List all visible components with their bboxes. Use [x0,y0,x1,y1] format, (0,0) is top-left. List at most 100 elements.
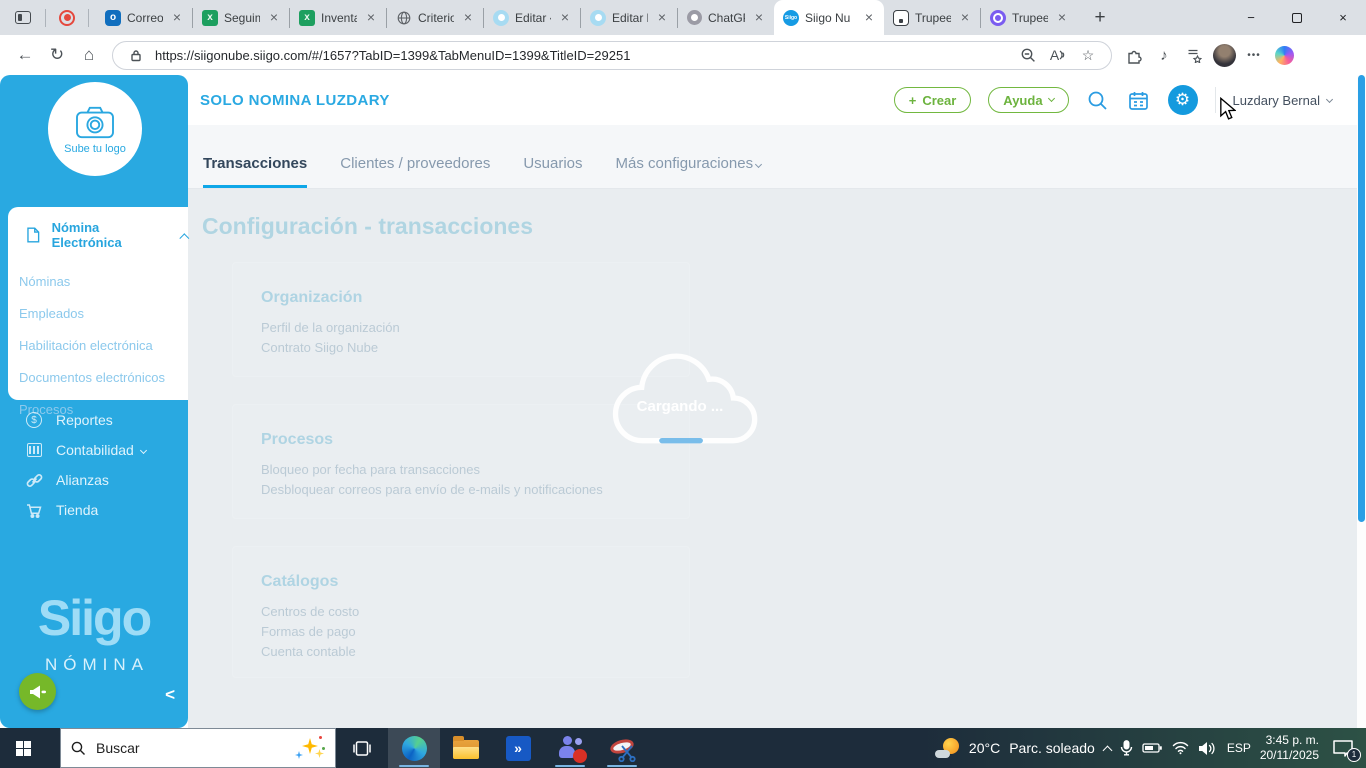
date: 20/11/2025 [1259,748,1319,762]
browser-tab[interactable]: Inventar × [290,0,386,35]
task-view-button[interactable] [336,728,388,768]
sidebar-item-reportes[interactable]: Reportes [0,405,188,435]
browser-tab[interactable]: Trupeer. × [981,0,1077,35]
sidebar-item-empleados[interactable]: Empleados [8,297,188,329]
blue-app-icon: » [505,735,531,761]
link-bloqueo-fecha[interactable]: Bloqueo por fecha para transacciones [261,462,669,477]
browser-tab[interactable]: Criterios × [387,0,483,35]
tab-clientes-proveedores[interactable]: Clientes / proveedores [340,155,490,188]
tab-close-icon[interactable]: × [557,9,573,26]
tab-usuarios[interactable]: Usuarios [523,155,582,188]
extensions-icon[interactable] [1120,41,1148,69]
chevron-down-icon [1325,95,1334,103]
read-aloud-icon[interactable]: A [1047,44,1069,66]
sidebar-item-tienda[interactable]: Tienda [0,495,188,525]
upload-logo-button[interactable]: Sube tu logo [48,82,142,176]
link-desbloquear-correos[interactable]: Desbloquear correos para envío de e-mail… [261,482,669,497]
sidebar-section-nomina-electronica[interactable]: Nómina Electrónica [8,220,190,250]
microphone-icon[interactable] [1120,740,1133,756]
hidden-icons-button[interactable] [1102,743,1113,755]
weather-icon[interactable] [934,737,960,759]
url-text: https://siigonube.siigo.com/#/1657?TabID… [155,47,631,63]
sidebar-item-alianzas[interactable]: Alianzas [0,465,188,495]
taskbar-file-explorer-button[interactable] [440,728,492,768]
settings-button[interactable]: ⚙ [1167,85,1198,115]
tab-transacciones[interactable]: Transacciones [203,155,308,188]
taskbar-search-box[interactable]: Buscar [60,728,336,768]
divider [45,8,46,27]
recording-indicator-icon[interactable] [59,9,75,26]
tab-close-icon[interactable]: × [861,9,877,26]
user-menu[interactable]: Luzdary Bernal [1233,93,1334,108]
refresh-button[interactable]: ↻ [42,40,72,70]
favorite-star-icon[interactable]: ☆ [1077,44,1099,66]
ayuda-button[interactable]: Ayuda [988,87,1069,113]
new-tab-button[interactable]: + [1085,4,1115,32]
file-explorer-icon [453,736,479,759]
tab-close-icon[interactable]: × [654,9,670,26]
link-cuenta-contable[interactable]: Cuenta contable [261,644,669,659]
collapse-sidebar-icon[interactable]: < [165,685,175,705]
camera-icon [76,106,114,138]
browser-tab[interactable]: Correo: × [96,0,192,35]
tab-close-icon[interactable]: × [460,9,476,26]
zoom-out-icon[interactable] [1017,44,1039,66]
taskbar-app-button[interactable]: » [492,728,544,768]
browser-tab[interactable]: Seguimi × [193,0,289,35]
wifi-icon[interactable] [1172,741,1189,755]
tab-close-icon[interactable]: × [957,9,973,26]
calendar-button[interactable] [1127,88,1151,112]
weather-temp[interactable]: 20°C [969,740,1000,756]
media-control-icon[interactable]: ♪ [1150,41,1178,69]
notification-center-button[interactable]: 1 [1332,739,1361,762]
announcements-button[interactable] [19,673,56,710]
sidebar-item-contabilidad[interactable]: Contabilidad [0,435,188,465]
minimize-button[interactable]: − [1228,0,1274,35]
weather-desc[interactable]: Parc. soleado [1009,740,1095,756]
tab-close-icon[interactable]: × [1054,9,1070,26]
tab-close-icon[interactable]: × [363,9,379,26]
browser-tab[interactable]: Editar «F × [484,0,580,35]
loading-text: Cargando ... [636,398,724,415]
taskbar-edge-button[interactable] [388,728,440,768]
url-input[interactable]: https://siigonube.siigo.com/#/1657?TabID… [112,40,1112,70]
sidebar-item-documentos[interactable]: Documentos electrónicos [8,361,188,393]
page-scrollbar[interactable] [1357,75,1366,728]
tab-close-icon[interactable]: × [169,9,185,26]
home-button[interactable]: ⌂ [74,40,104,70]
tab-close-icon[interactable]: × [266,9,282,26]
browser-tab[interactable]: Editar la × [581,0,677,35]
sidebar-item-nominas[interactable]: Nóminas [8,265,188,297]
link-centros-costo[interactable]: Centros de costo [261,604,669,619]
close-window-button[interactable]: × [1320,0,1366,35]
search-button[interactable] [1086,88,1110,112]
copilot-icon[interactable] [1270,41,1298,69]
back-button[interactable]: ← [10,40,40,70]
browser-tab-active[interactable]: Siigo Nu × [774,0,884,35]
maximize-button[interactable] [1274,0,1320,35]
link-perfil-organizacion[interactable]: Perfil de la organización [261,320,669,335]
chevron-up-icon [1102,745,1113,755]
language-indicator[interactable]: ESP [1227,741,1251,755]
taskbar-teams-button[interactable] [544,728,596,768]
start-button[interactable] [0,728,46,768]
tab-mas-configuraciones[interactable]: Más configuraciones [616,155,763,188]
taskbar-snipping-tool-button[interactable] [596,728,648,768]
tab-actions-button[interactable] [8,5,38,31]
system-tray: 20°C Parc. soleado ESP 3:45 p. m. 20/11/… [920,728,1366,768]
crear-button[interactable]: + Crear [893,87,972,113]
outlook-favicon-icon [105,9,121,26]
link-formas-pago[interactable]: Formas de pago [261,624,669,639]
tab-close-icon[interactable]: × [751,9,767,26]
snipping-tool-icon [608,736,636,762]
browser-tab[interactable]: ChatGPT × [678,0,774,35]
profile-avatar[interactable] [1210,41,1238,69]
clock[interactable]: 3:45 p. m. 20/11/2025 [1260,733,1319,763]
volume-icon[interactable] [1198,741,1218,756]
browser-tab[interactable]: Trupeer. × [884,0,980,35]
sidebar-item-habilitacion[interactable]: Habilitación electrónica [8,329,188,361]
scrollbar-thumb[interactable] [1358,75,1365,522]
collections-icon[interactable] [1180,41,1208,69]
battery-icon[interactable] [1142,741,1163,755]
browser-menu-icon[interactable]: ••• [1240,41,1268,69]
